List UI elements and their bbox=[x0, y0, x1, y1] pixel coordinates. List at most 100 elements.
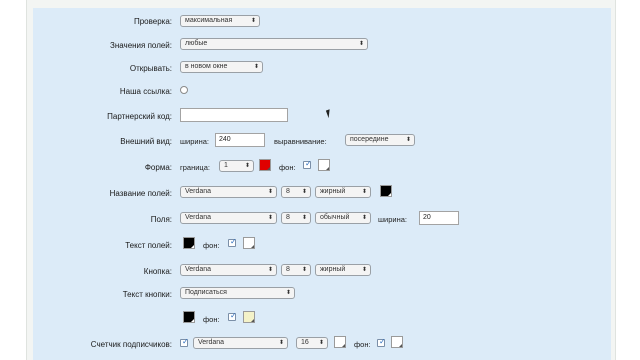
fields-width-label: ширина: bbox=[378, 215, 407, 224]
field-text-bg-swatch[interactable] bbox=[243, 237, 255, 249]
field-values-select-value: любые bbox=[185, 40, 208, 47]
shape-bg-checkbox[interactable]: ✓ bbox=[303, 159, 312, 169]
field-text-bg-label: фон: bbox=[203, 241, 220, 250]
border-color-swatch[interactable] bbox=[259, 159, 271, 171]
shape-border-select[interactable]: 1 ⬍ bbox=[219, 160, 254, 172]
field-names-font-value: Verdana bbox=[185, 188, 212, 195]
subscribers-bg-swatch[interactable] bbox=[391, 336, 403, 348]
subscribers-color-swatch[interactable] bbox=[334, 336, 346, 348]
shape-bg-swatch[interactable] bbox=[318, 159, 330, 171]
shape-border-value: 1 bbox=[224, 162, 228, 169]
fields-weight-select[interactable]: обычный ⬍ bbox=[315, 212, 371, 224]
field-values-select[interactable]: любые ⬍ bbox=[180, 38, 368, 50]
field-names-font-select[interactable]: Verdana ⬍ bbox=[180, 186, 277, 198]
field-names-label: Название полей: bbox=[109, 189, 172, 198]
our-link-radio[interactable] bbox=[180, 86, 188, 94]
open-select-value: в новом окне bbox=[185, 63, 228, 70]
fields-weight-value: обычный bbox=[320, 214, 350, 221]
button-text-bg-label: фон: bbox=[203, 315, 220, 324]
button-size-select[interactable]: 8 ⬍ bbox=[281, 264, 311, 276]
field-values-label: Значения полей: bbox=[110, 41, 172, 50]
button-label: Кнопка: bbox=[143, 267, 172, 276]
check-icon: ✓ bbox=[305, 159, 312, 168]
select-arrow-icon: ⬍ bbox=[361, 215, 367, 221]
button-text-bg-swatch[interactable] bbox=[243, 311, 255, 323]
subscribers-font-select[interactable]: Verdana ⬍ bbox=[193, 337, 288, 349]
appearance-label: Внешний вид: bbox=[120, 137, 172, 146]
field-names-weight-select[interactable]: жирный ⬍ bbox=[315, 186, 371, 198]
field-names-weight-value: жирный bbox=[320, 188, 346, 195]
swatch-corner-icon bbox=[267, 167, 270, 170]
appearance-align-value: посередине bbox=[350, 136, 389, 143]
our-link-label: Наша ссылка: bbox=[119, 87, 172, 96]
button-weight-value: жирный bbox=[320, 266, 346, 273]
subscribers-checkbox[interactable]: ✓ bbox=[180, 337, 189, 347]
fields-size-value: 8 bbox=[286, 214, 290, 221]
check-label: Проверка: bbox=[133, 17, 172, 26]
select-arrow-icon: ⬍ bbox=[301, 189, 307, 195]
field-names-size-value: 8 bbox=[286, 188, 290, 195]
subscribers-label: Счетчик подписчиков: bbox=[90, 340, 172, 349]
fields-size-select[interactable]: 8 ⬍ bbox=[281, 212, 311, 224]
select-arrow-icon: ⬍ bbox=[250, 18, 256, 24]
button-text-select[interactable]: Подписаться ⬍ bbox=[180, 287, 295, 299]
swatch-corner-icon bbox=[251, 245, 254, 248]
select-arrow-icon: ⬍ bbox=[318, 340, 324, 346]
settings-panel bbox=[33, 8, 611, 360]
swatch-corner-icon bbox=[388, 193, 391, 196]
appearance-width-input[interactable]: 240 bbox=[215, 133, 265, 147]
check-icon: ✓ bbox=[182, 337, 189, 346]
open-select[interactable]: в новом окне ⬍ bbox=[180, 61, 263, 73]
select-arrow-icon: ⬍ bbox=[361, 267, 367, 273]
appearance-align-label: выравнивание: bbox=[274, 137, 327, 146]
shape-bg-label: фон: bbox=[279, 163, 296, 172]
field-names-size-select[interactable]: 8 ⬍ bbox=[281, 186, 311, 198]
button-font-select[interactable]: Verdana ⬍ bbox=[180, 264, 277, 276]
partner-code-input[interactable] bbox=[180, 108, 288, 122]
select-arrow-icon: ⬍ bbox=[267, 267, 273, 273]
button-text-label: Текст кнопки: bbox=[122, 290, 172, 299]
button-font-value: Verdana bbox=[185, 266, 212, 273]
select-arrow-icon: ⬍ bbox=[301, 267, 307, 273]
shape-border-label: граница: bbox=[180, 163, 210, 172]
appearance-width-label: ширина: bbox=[180, 137, 209, 146]
select-arrow-icon: ⬍ bbox=[405, 137, 411, 143]
field-names-color-swatch[interactable] bbox=[380, 185, 392, 197]
fields-label: Поля: bbox=[150, 215, 172, 224]
select-arrow-icon: ⬍ bbox=[278, 340, 284, 346]
subscribers-font-value: Verdana bbox=[198, 339, 225, 346]
check-select[interactable]: максимальная ⬍ bbox=[180, 15, 260, 27]
field-text-label: Текст полей: bbox=[125, 241, 172, 250]
check-icon: ✓ bbox=[230, 311, 237, 320]
appearance-align-select[interactable]: посередине ⬍ bbox=[345, 134, 415, 146]
field-text-bg-checkbox[interactable]: ✓ bbox=[228, 237, 237, 247]
fields-font-value: Verdana bbox=[185, 214, 212, 221]
select-arrow-icon: ⬍ bbox=[253, 64, 259, 70]
check-icon: ✓ bbox=[379, 337, 386, 346]
subscribers-size-value: 16 bbox=[301, 339, 309, 346]
button-text-bg-checkbox[interactable]: ✓ bbox=[228, 311, 237, 321]
open-label: Открывать: bbox=[129, 64, 172, 73]
subscribers-bg-checkbox[interactable]: ✓ bbox=[377, 337, 386, 347]
select-arrow-icon: ⬍ bbox=[358, 41, 364, 47]
field-text-color-swatch[interactable] bbox=[183, 237, 195, 249]
shape-label: Форма: bbox=[144, 163, 172, 172]
subscribers-size-select[interactable]: 16 ⬍ bbox=[296, 337, 328, 349]
fields-width-input[interactable]: 20 bbox=[419, 211, 459, 225]
select-arrow-icon: ⬍ bbox=[244, 163, 250, 169]
swatch-corner-icon bbox=[342, 344, 345, 347]
select-arrow-icon: ⬍ bbox=[301, 215, 307, 221]
select-arrow-icon: ⬍ bbox=[361, 189, 367, 195]
button-weight-select[interactable]: жирный ⬍ bbox=[315, 264, 371, 276]
fields-font-select[interactable]: Verdana ⬍ bbox=[180, 212, 277, 224]
swatch-corner-icon bbox=[191, 245, 194, 248]
select-arrow-icon: ⬍ bbox=[285, 290, 291, 296]
swatch-corner-icon bbox=[191, 319, 194, 322]
check-icon: ✓ bbox=[230, 237, 237, 246]
subscribers-bg-label: фон: bbox=[354, 340, 371, 349]
swatch-corner-icon bbox=[399, 344, 402, 347]
select-arrow-icon: ⬍ bbox=[267, 189, 273, 195]
swatch-corner-icon bbox=[251, 319, 254, 322]
button-size-value: 8 bbox=[286, 266, 290, 273]
button-text-color-swatch[interactable] bbox=[183, 311, 195, 323]
